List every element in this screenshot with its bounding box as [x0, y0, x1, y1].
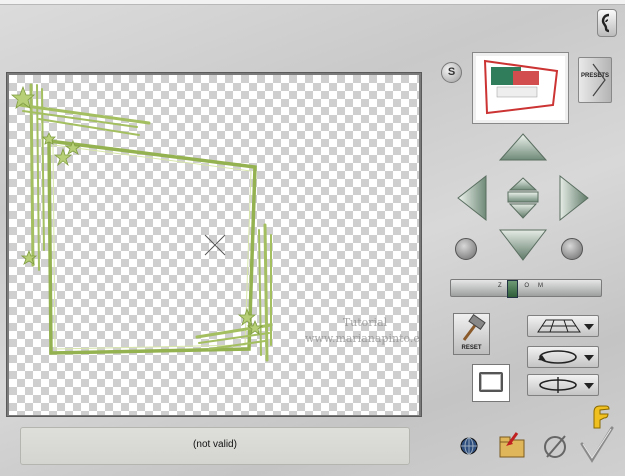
frame-toggle-button[interactable]	[472, 364, 510, 402]
status-text: (not valid)	[193, 439, 237, 450]
thumbnail-preview[interactable]	[472, 52, 569, 124]
arrow-left-icon[interactable]	[457, 174, 487, 222]
center-up-icon[interactable]	[508, 177, 538, 191]
reset-label: RESET	[461, 345, 482, 351]
zoom-thumb[interactable]	[507, 280, 518, 298]
status-bar: (not valid)	[20, 427, 410, 465]
watermark: Tutorial www.marianapinto.eu	[305, 315, 419, 347]
frame-icon	[479, 372, 503, 392]
center-down-icon[interactable]	[508, 203, 538, 219]
perspective-grid-button[interactable]	[527, 315, 599, 337]
flip-mode-button[interactable]	[527, 374, 599, 396]
cancel-icon[interactable]	[541, 432, 569, 460]
center-crosshair-icon	[204, 234, 226, 256]
zoom-slider[interactable]: ZOOM	[450, 279, 602, 298]
watermark-line1: Tutorial	[342, 316, 388, 329]
rotate-left-icon[interactable]	[455, 238, 477, 260]
s-icon[interactable]: S	[441, 62, 462, 83]
globe-icon[interactable]	[459, 436, 479, 456]
flip-loop-icon	[539, 377, 594, 393]
check-icon[interactable]	[578, 424, 616, 464]
folder-import-icon[interactable]	[497, 430, 527, 460]
title-strip	[0, 0, 625, 5]
rotate-right-icon[interactable]	[561, 238, 583, 260]
hammer-icon	[462, 314, 486, 341]
arrow-right-icon[interactable]	[559, 174, 589, 222]
reset-button[interactable]: RESET	[453, 313, 490, 355]
thumbnail-image	[483, 59, 559, 115]
arrow-up-icon[interactable]	[498, 133, 548, 161]
rotate-mode-button[interactable]	[527, 346, 599, 368]
preview-canvas[interactable]: Tutorial www.marianapinto.eu	[9, 75, 419, 415]
arrow-down-icon[interactable]	[498, 229, 548, 261]
watermark-line2: www.marianapinto.eu	[305, 332, 419, 345]
perspective-grid-icon	[537, 319, 594, 333]
rotate-loop-icon	[538, 350, 594, 364]
ear-icon[interactable]	[597, 9, 617, 37]
chevron-right-icon	[592, 63, 606, 97]
presets-button[interactable]: PRESETS	[578, 57, 612, 103]
frame-artwork	[10, 83, 273, 362]
